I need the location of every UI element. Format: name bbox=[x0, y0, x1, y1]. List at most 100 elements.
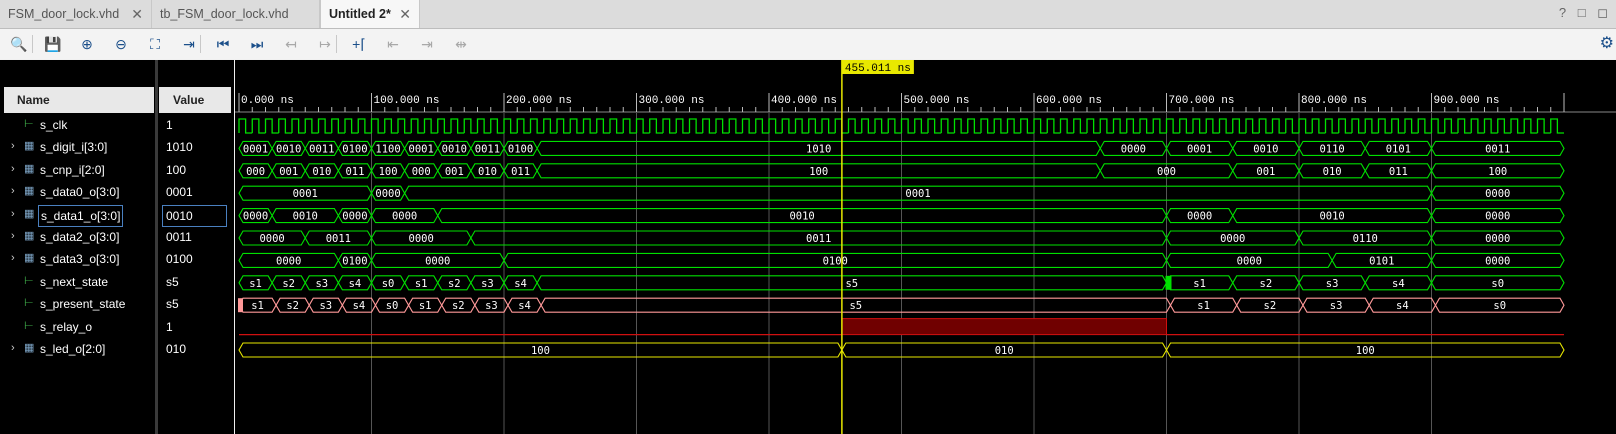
chevron-right-icon[interactable]: › bbox=[11, 163, 15, 175]
bus-value-label: s3 bbox=[1326, 278, 1339, 290]
bus-value-label: 010 bbox=[1323, 166, 1342, 178]
signal-row[interactable]: › ▦ s_data1_o[3:0] 0010 bbox=[0, 204, 234, 227]
signal-row[interactable]: ⊢ s_next_state s5 bbox=[0, 272, 234, 294]
chevron-right-icon[interactable]: › bbox=[11, 185, 15, 197]
add-marker-button[interactable]: +⌈ bbox=[348, 33, 370, 55]
go-to-cursor-icon: ⇥ bbox=[183, 35, 195, 52]
window-controls[interactable]: ? □ ◻ bbox=[1559, 5, 1612, 21]
bus-value-label: 0100 bbox=[342, 255, 367, 267]
go-to-cursor-button[interactable]: ⇥ bbox=[178, 33, 200, 55]
bus-value-label: 0000 bbox=[1237, 255, 1262, 267]
signal-row[interactable]: › ▦ s_data0_o[3:0] 0001 bbox=[0, 182, 234, 204]
zoom-fit-button[interactable]: ⛶ bbox=[144, 33, 166, 55]
signal-name[interactable]: s_data2_o[3:0] bbox=[40, 227, 119, 247]
bus-value-label: 0000 bbox=[375, 188, 400, 200]
bus-value-label: 0000 bbox=[243, 211, 268, 223]
previous-transition-icon: ↤ bbox=[285, 35, 297, 52]
chevron-right-icon[interactable]: › bbox=[11, 230, 15, 242]
bus-value-label: 0011 bbox=[806, 233, 831, 245]
go-to-time-0-button[interactable]: ⏮ bbox=[212, 33, 234, 55]
cursor-time-label: 455.011 ns bbox=[845, 63, 911, 75]
signal-value: 010 bbox=[166, 342, 187, 356]
search-button[interactable]: 🔍 bbox=[8, 33, 30, 55]
signal-name[interactable]: s_relay_o bbox=[40, 317, 92, 337]
signal-name[interactable]: s_next_state bbox=[40, 272, 108, 292]
uninit-marker bbox=[238, 298, 243, 313]
tick-label: 400.000 ns bbox=[771, 95, 837, 107]
tab-tb-fsm-door-lock[interactable]: tb_FSM_door_lock.vhd bbox=[152, 0, 320, 28]
signal-name[interactable]: s_data1_o[3:0] bbox=[38, 204, 124, 227]
bus-value-label: 0000 bbox=[342, 211, 367, 223]
signal-row[interactable]: › ▦ s_data3_o[3:0] 0100 bbox=[0, 249, 234, 271]
signal-name[interactable]: s_data3_o[3:0] bbox=[40, 249, 119, 269]
signal-row[interactable]: › ▦ s_cnp_i[2:0] 100 bbox=[0, 160, 234, 182]
signal-name[interactable]: s_led_o[2:0] bbox=[40, 339, 105, 359]
gear-icon[interactable]: ⚙ bbox=[1600, 33, 1614, 53]
previous-marker-button[interactable]: ⇤ bbox=[382, 33, 404, 55]
tick-label: 700.000 ns bbox=[1169, 95, 1235, 107]
bus-value-label: 0110 bbox=[1353, 233, 1378, 245]
previous-transition-button[interactable]: ↤ bbox=[280, 33, 302, 55]
name-column-header[interactable]: Name bbox=[4, 87, 154, 113]
signal-row[interactable]: ⊢ s_present_state s5 bbox=[0, 294, 234, 316]
signal-row[interactable]: › ▦ s_digit_i[3:0] 1010 bbox=[0, 137, 234, 159]
bus-value-label: s0 bbox=[1493, 300, 1506, 312]
signal-name[interactable]: s_digit_i[3:0] bbox=[40, 137, 107, 157]
signal-row[interactable]: › ▦ s_led_o[2:0] 010 bbox=[0, 339, 234, 361]
bus-value-label: s2 bbox=[452, 300, 465, 312]
bus-value-label: s1 bbox=[1193, 278, 1206, 290]
bus-value-label: 100 bbox=[379, 166, 398, 178]
chevron-right-icon[interactable]: › bbox=[11, 208, 15, 220]
bus-value-label: 001 bbox=[1256, 166, 1275, 178]
toolbar-separator bbox=[32, 35, 33, 53]
clock-trace bbox=[238, 118, 1564, 134]
tab-fsm-door-lock[interactable]: FSM_door_lock.vhd ✕ bbox=[0, 0, 152, 28]
value-column-header[interactable]: Value bbox=[159, 87, 231, 113]
bus-value-label: s0 bbox=[1491, 278, 1504, 290]
signal-row[interactable]: ⊢ s_relay_o 1 bbox=[0, 317, 234, 339]
bus-value-label: 000 bbox=[412, 166, 431, 178]
save-button[interactable]: 💾 bbox=[42, 33, 64, 55]
zoom-fit-icon: ⛶ bbox=[150, 35, 160, 52]
bus-value-label: s2 bbox=[448, 278, 461, 290]
bus-value-label: s1 bbox=[419, 300, 432, 312]
bus-value-label: 000 bbox=[246, 166, 265, 178]
zoom-out-button[interactable]: ⊖ bbox=[110, 33, 132, 55]
bus-value-label: s3 bbox=[1330, 300, 1343, 312]
signal-name[interactable]: s_cnp_i[2:0] bbox=[40, 160, 105, 180]
previous-marker-icon: ⇤ bbox=[387, 35, 399, 52]
bus-value-label: s4 bbox=[349, 278, 362, 290]
chevron-right-icon[interactable]: › bbox=[11, 342, 15, 354]
waveform-canvas[interactable]: 0.000 ns 100.000 ns 200.000 ns 300.000 ns 40… bbox=[235, 60, 1616, 434]
bus-value-label: s2 bbox=[282, 278, 295, 290]
zoom-in-button[interactable]: ⊕ bbox=[76, 33, 98, 55]
signal-row[interactable]: ⊢ s_clk 1 bbox=[0, 115, 234, 137]
tick-label: 200.000 ns bbox=[506, 95, 572, 107]
close-icon[interactable]: ✕ bbox=[399, 0, 411, 28]
close-icon[interactable]: ✕ bbox=[131, 0, 143, 28]
bus-signal-icon: ▦ bbox=[24, 140, 35, 153]
next-transition-button[interactable]: ↦ bbox=[314, 33, 336, 55]
signal-name[interactable]: s_present_state bbox=[40, 294, 125, 314]
tab-untitled-2[interactable]: Untitled 2* ✕ bbox=[320, 0, 420, 28]
signal-name[interactable]: s_data0_o[3:0] bbox=[40, 182, 119, 202]
tick-label: 900.000 ns bbox=[1434, 95, 1500, 107]
next-marker-button[interactable]: ⇥ bbox=[416, 33, 438, 55]
bus-value-label: s4 bbox=[1396, 300, 1409, 312]
bus-value-label: 0001 bbox=[243, 143, 268, 155]
bus-value-label: s1 bbox=[249, 278, 262, 290]
editor-tab-bar: FSM_door_lock.vhd ✕ tb_FSM_door_lock.vhd… bbox=[0, 0, 1616, 29]
chevron-right-icon[interactable]: › bbox=[11, 140, 15, 152]
waveform-viewer[interactable]: 0.000 ns 100.000 ns 200.000 ns 300.000 ns 40… bbox=[235, 60, 1616, 434]
signal-row[interactable]: › ▦ s_data2_o[3:0] 0011 bbox=[0, 227, 234, 249]
go-to-last-time-button[interactable]: ⏭ bbox=[246, 33, 268, 55]
bus-value-label: 0101 bbox=[1369, 255, 1394, 267]
bus-signal-icon: ▦ bbox=[24, 342, 35, 354]
bus-value-label: s1 bbox=[251, 300, 264, 312]
swap-cursors-button[interactable]: ⇹ bbox=[450, 33, 472, 55]
bus-value-label: 0011 bbox=[1485, 143, 1510, 155]
save-icon: 💾 bbox=[44, 35, 62, 52]
signal-name[interactable]: s_clk bbox=[40, 115, 67, 135]
signal-value: 1 bbox=[166, 319, 173, 334]
chevron-right-icon[interactable]: › bbox=[11, 252, 15, 264]
